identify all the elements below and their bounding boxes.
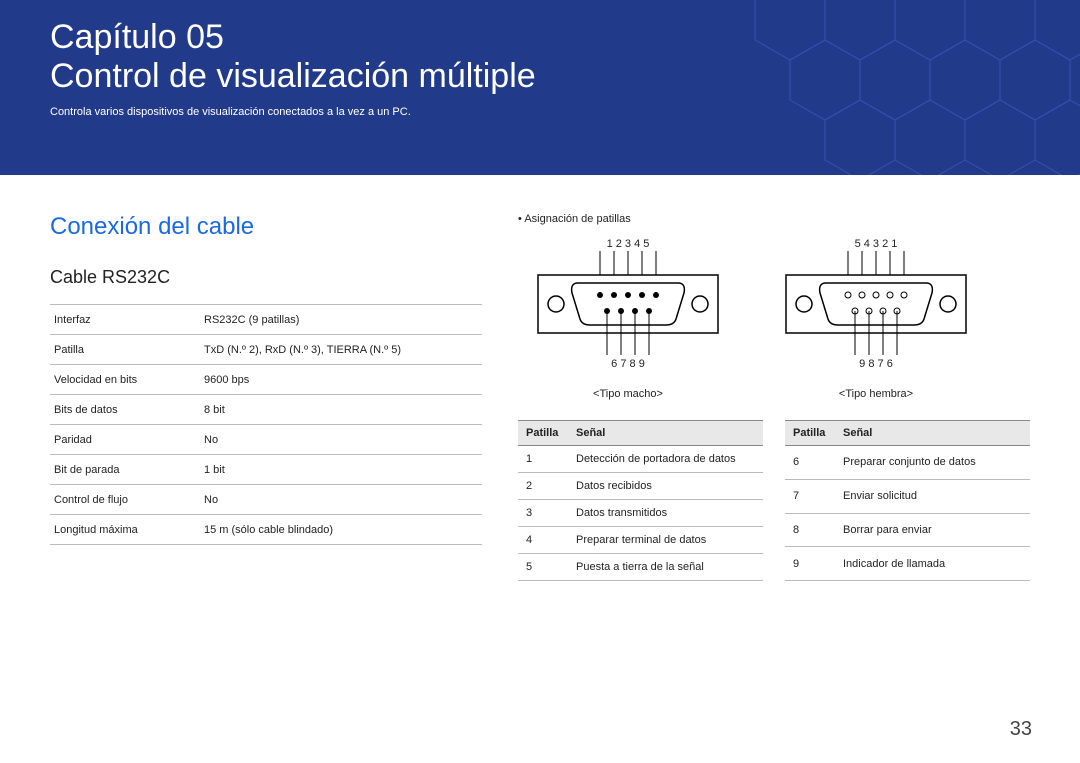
content-area: Conexión del cable Cable RS232C Interfaz…	[0, 175, 1080, 581]
pin-number: 4	[518, 527, 568, 554]
male-connector-icon: 1 2 3 4 5	[518, 235, 738, 375]
pin-col-header: Patilla	[518, 421, 568, 446]
table-row: 5Puesta a tierra de la señal	[518, 554, 763, 581]
pin-number: 3	[518, 500, 568, 527]
pin-number: 6	[785, 446, 835, 480]
pin-number: 9	[785, 547, 835, 581]
signal-col-header: Señal	[835, 421, 1030, 446]
spec-value: No	[200, 485, 482, 515]
spec-key: Control de flujo	[50, 485, 200, 515]
chapter-number: Capítulo 05	[50, 18, 224, 56]
spec-value: 8 bit	[200, 395, 482, 425]
table-row: PatillaTxD (N.º 2), RxD (N.º 3), TIERRA …	[50, 335, 482, 365]
table-row: ParidadNo	[50, 425, 482, 455]
spec-key: Velocidad en bits	[50, 365, 200, 395]
pin-signal: Indicador de llamada	[835, 547, 1030, 581]
svg-text:1 2 3 4 5: 1 2 3 4 5	[607, 238, 650, 250]
spec-key: Paridad	[50, 425, 200, 455]
hex-pattern-icon	[740, 0, 1080, 175]
female-connector-icon: 5 4 3 2 1	[766, 235, 986, 375]
table-row: Velocidad en bits9600 bps	[50, 365, 482, 395]
spec-value: 15 m (sólo cable blindado)	[200, 515, 482, 545]
spec-table: InterfazRS232C (9 patillas)PatillaTxD (N…	[50, 304, 482, 545]
pin-signal: Enviar solicitud	[835, 479, 1030, 513]
table-row: 7Enviar solicitud	[785, 479, 1030, 513]
spec-value: 1 bit	[200, 455, 482, 485]
table-row: 1Detección de portadora de datos	[518, 446, 763, 473]
table-row: Bits de datos8 bit	[50, 395, 482, 425]
table-row: 6Preparar conjunto de datos	[785, 446, 1030, 480]
pin-signal: Datos transmitidos	[568, 500, 763, 527]
page: Capítulo 05 Control de visualización múl…	[0, 0, 1080, 763]
section-title: Conexión del cable	[50, 213, 482, 241]
pin-assignment-label: Asignación de patillas	[518, 213, 1030, 225]
subsection-title: Cable RS232C	[50, 267, 482, 288]
table-row: Control de flujoNo	[50, 485, 482, 515]
spec-key: Longitud máxima	[50, 515, 200, 545]
table-row: InterfazRS232C (9 patillas)	[50, 305, 482, 335]
table-row: 2Datos recibidos	[518, 473, 763, 500]
pin-table-right: Patilla Señal 6Preparar conjunto de dato…	[785, 420, 1030, 581]
pin-signal: Preparar terminal de datos	[568, 527, 763, 554]
spec-value: RS232C (9 patillas)	[200, 305, 482, 335]
pin-number: 2	[518, 473, 568, 500]
table-row: Longitud máxima15 m (sólo cable blindado…	[50, 515, 482, 545]
svg-text:6 7 8 9: 6 7 8 9	[611, 358, 645, 370]
pin-tables: Patilla Señal 1Detección de portadora de…	[518, 420, 1030, 581]
table-row: 4Preparar terminal de datos	[518, 527, 763, 554]
table-row: 9Indicador de llamada	[785, 547, 1030, 581]
table-row: Bit de parada1 bit	[50, 455, 482, 485]
signal-col-header: Señal	[568, 421, 763, 446]
pin-col-header: Patilla	[785, 421, 835, 446]
spec-value: No	[200, 425, 482, 455]
pin-signal: Puesta a tierra de la señal	[568, 554, 763, 581]
female-connector-caption: <Tipo hembra>	[766, 388, 986, 400]
table-row: 3Datos transmitidos	[518, 500, 763, 527]
male-connector-caption: <Tipo macho>	[518, 388, 738, 400]
svg-text:9 8 7 6: 9 8 7 6	[859, 358, 893, 370]
pin-table-left: Patilla Señal 1Detección de portadora de…	[518, 420, 763, 581]
connector-diagrams: 1 2 3 4 5	[518, 235, 1030, 400]
male-connector-block: 1 2 3 4 5	[518, 235, 738, 400]
right-column: Asignación de patillas 1 2 3 4 5	[518, 213, 1030, 581]
page-number: 33	[1010, 718, 1032, 741]
spec-key: Bit de parada	[50, 455, 200, 485]
pin-number: 8	[785, 513, 835, 547]
female-connector-block: 5 4 3 2 1	[766, 235, 986, 400]
spec-value: 9600 bps	[200, 365, 482, 395]
pin-signal: Datos recibidos	[568, 473, 763, 500]
pin-number: 7	[785, 479, 835, 513]
spec-key: Patilla	[50, 335, 200, 365]
pin-number: 1	[518, 446, 568, 473]
pin-signal: Borrar para enviar	[835, 513, 1030, 547]
chapter-banner: Capítulo 05 Control de visualización múl…	[0, 0, 1080, 175]
pin-signal: Preparar conjunto de datos	[835, 446, 1030, 480]
spec-key: Interfaz	[50, 305, 200, 335]
spec-key: Bits de datos	[50, 395, 200, 425]
table-row: 8Borrar para enviar	[785, 513, 1030, 547]
spec-value: TxD (N.º 2), RxD (N.º 3), TIERRA (N.º 5)	[200, 335, 482, 365]
left-column: Conexión del cable Cable RS232C Interfaz…	[50, 213, 482, 581]
pin-signal: Detección de portadora de datos	[568, 446, 763, 473]
svg-text:5 4 3 2 1: 5 4 3 2 1	[855, 238, 898, 250]
pin-number: 5	[518, 554, 568, 581]
